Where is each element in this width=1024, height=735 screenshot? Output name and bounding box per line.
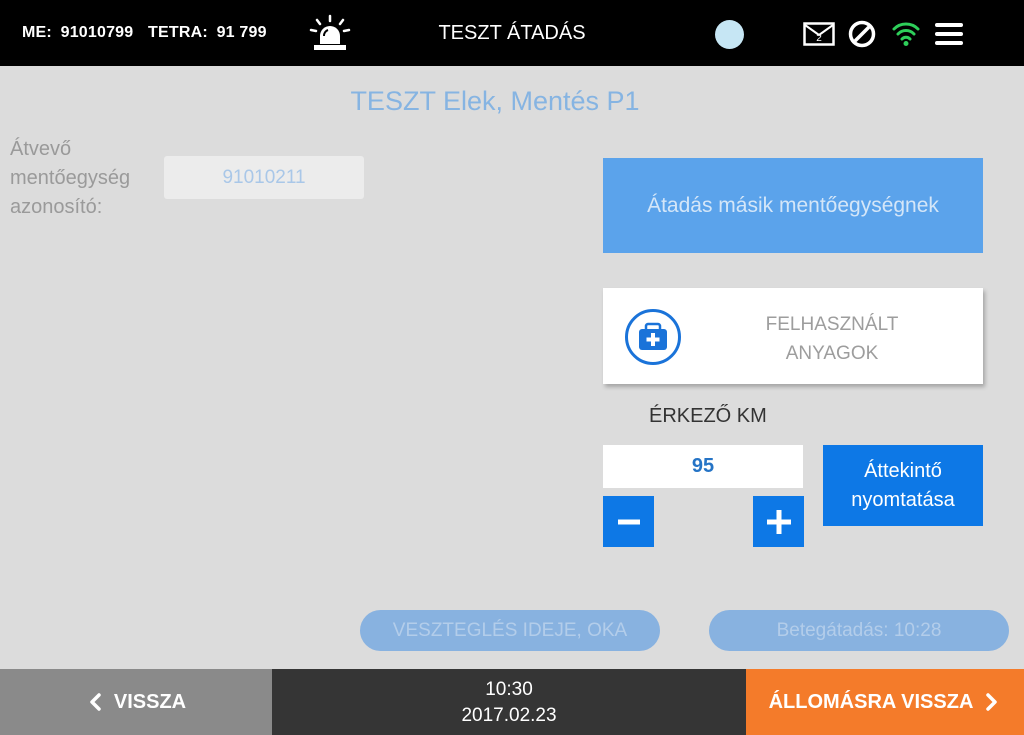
km-decrement-button[interactable] [603,496,654,547]
return-to-station-button[interactable]: ÁLLOMÁSRA VISSZA [746,669,1024,735]
receiver-unit-field[interactable] [164,156,364,199]
clock: 10:30 2017.02.23 [272,677,746,729]
chevron-right-icon [986,693,998,711]
transfer-to-other-unit-button[interactable]: Átadás másik mentőegységnek [603,158,983,253]
bottom-bar: VISSZA 10:30 2017.02.23 ÁLLOMÁSRA VISSZA [0,669,1024,735]
materials-line2: ANYAGOK [785,343,879,364]
menu-icon[interactable] [935,22,963,46]
delay-time-reason-button[interactable]: VESZTEGLÉS IDEJE, OKA [360,610,660,651]
print-overview-label: Áttekintő nyomtatása [851,457,954,515]
block-icon[interactable] [848,20,876,48]
current-date: 2017.02.23 [461,705,557,726]
print-line1: Áttekintő [864,459,942,482]
me-value: 91010799 [60,24,134,41]
print-overview-button[interactable]: Áttekintő nyomtatása [823,445,983,526]
km-increment-button[interactable] [753,496,804,547]
receiver-label: Átvevő mentőegység azonosító: [10,138,131,218]
arrival-km-label: ÉRKEZŐ KM [649,405,767,427]
mail-icon[interactable]: 2 [803,22,835,46]
mail-count: 2 [816,33,822,44]
siren-icon[interactable] [308,14,352,52]
plus-icon [766,509,791,534]
minus-icon [617,519,640,524]
first-aid-kit-icon [625,309,681,365]
tetra-label: TETRA: [148,24,208,41]
unit-ids: ME: 91010799 TETRA: 91 799 [22,24,271,42]
me-label: ME: [22,24,52,41]
current-time: 10:30 [485,679,533,700]
used-materials-label: FELHASZNÁLT ANYAGOK [723,310,941,368]
return-to-station-label: ÁLLOMÁSRA VISSZA [768,690,974,713]
patient-name: TESZT Elek, Mentés P1 [350,86,640,116]
print-line2: nyomtatása [851,488,955,511]
tetra-value: 91 799 [216,24,267,41]
patient-handover-time-button[interactable]: Betegátadás: 10:28 [709,610,1009,651]
materials-line1: FELHASZNÁLT [765,314,899,335]
back-button[interactable]: VISSZA [0,669,272,735]
wifi-icon [892,22,920,46]
top-bar: ME: 91010799 TETRA: 91 799 TESZT ÁTADÁS … [0,0,1024,66]
screen-title: TESZT ÁTADÁS [438,22,586,44]
back-label: VISSZA [113,690,187,713]
status-indicator [715,20,744,49]
arrival-km-input[interactable] [603,445,803,488]
used-materials-button[interactable]: FELHASZNÁLT ANYAGOK [603,288,983,384]
chevron-left-icon [90,693,101,711]
